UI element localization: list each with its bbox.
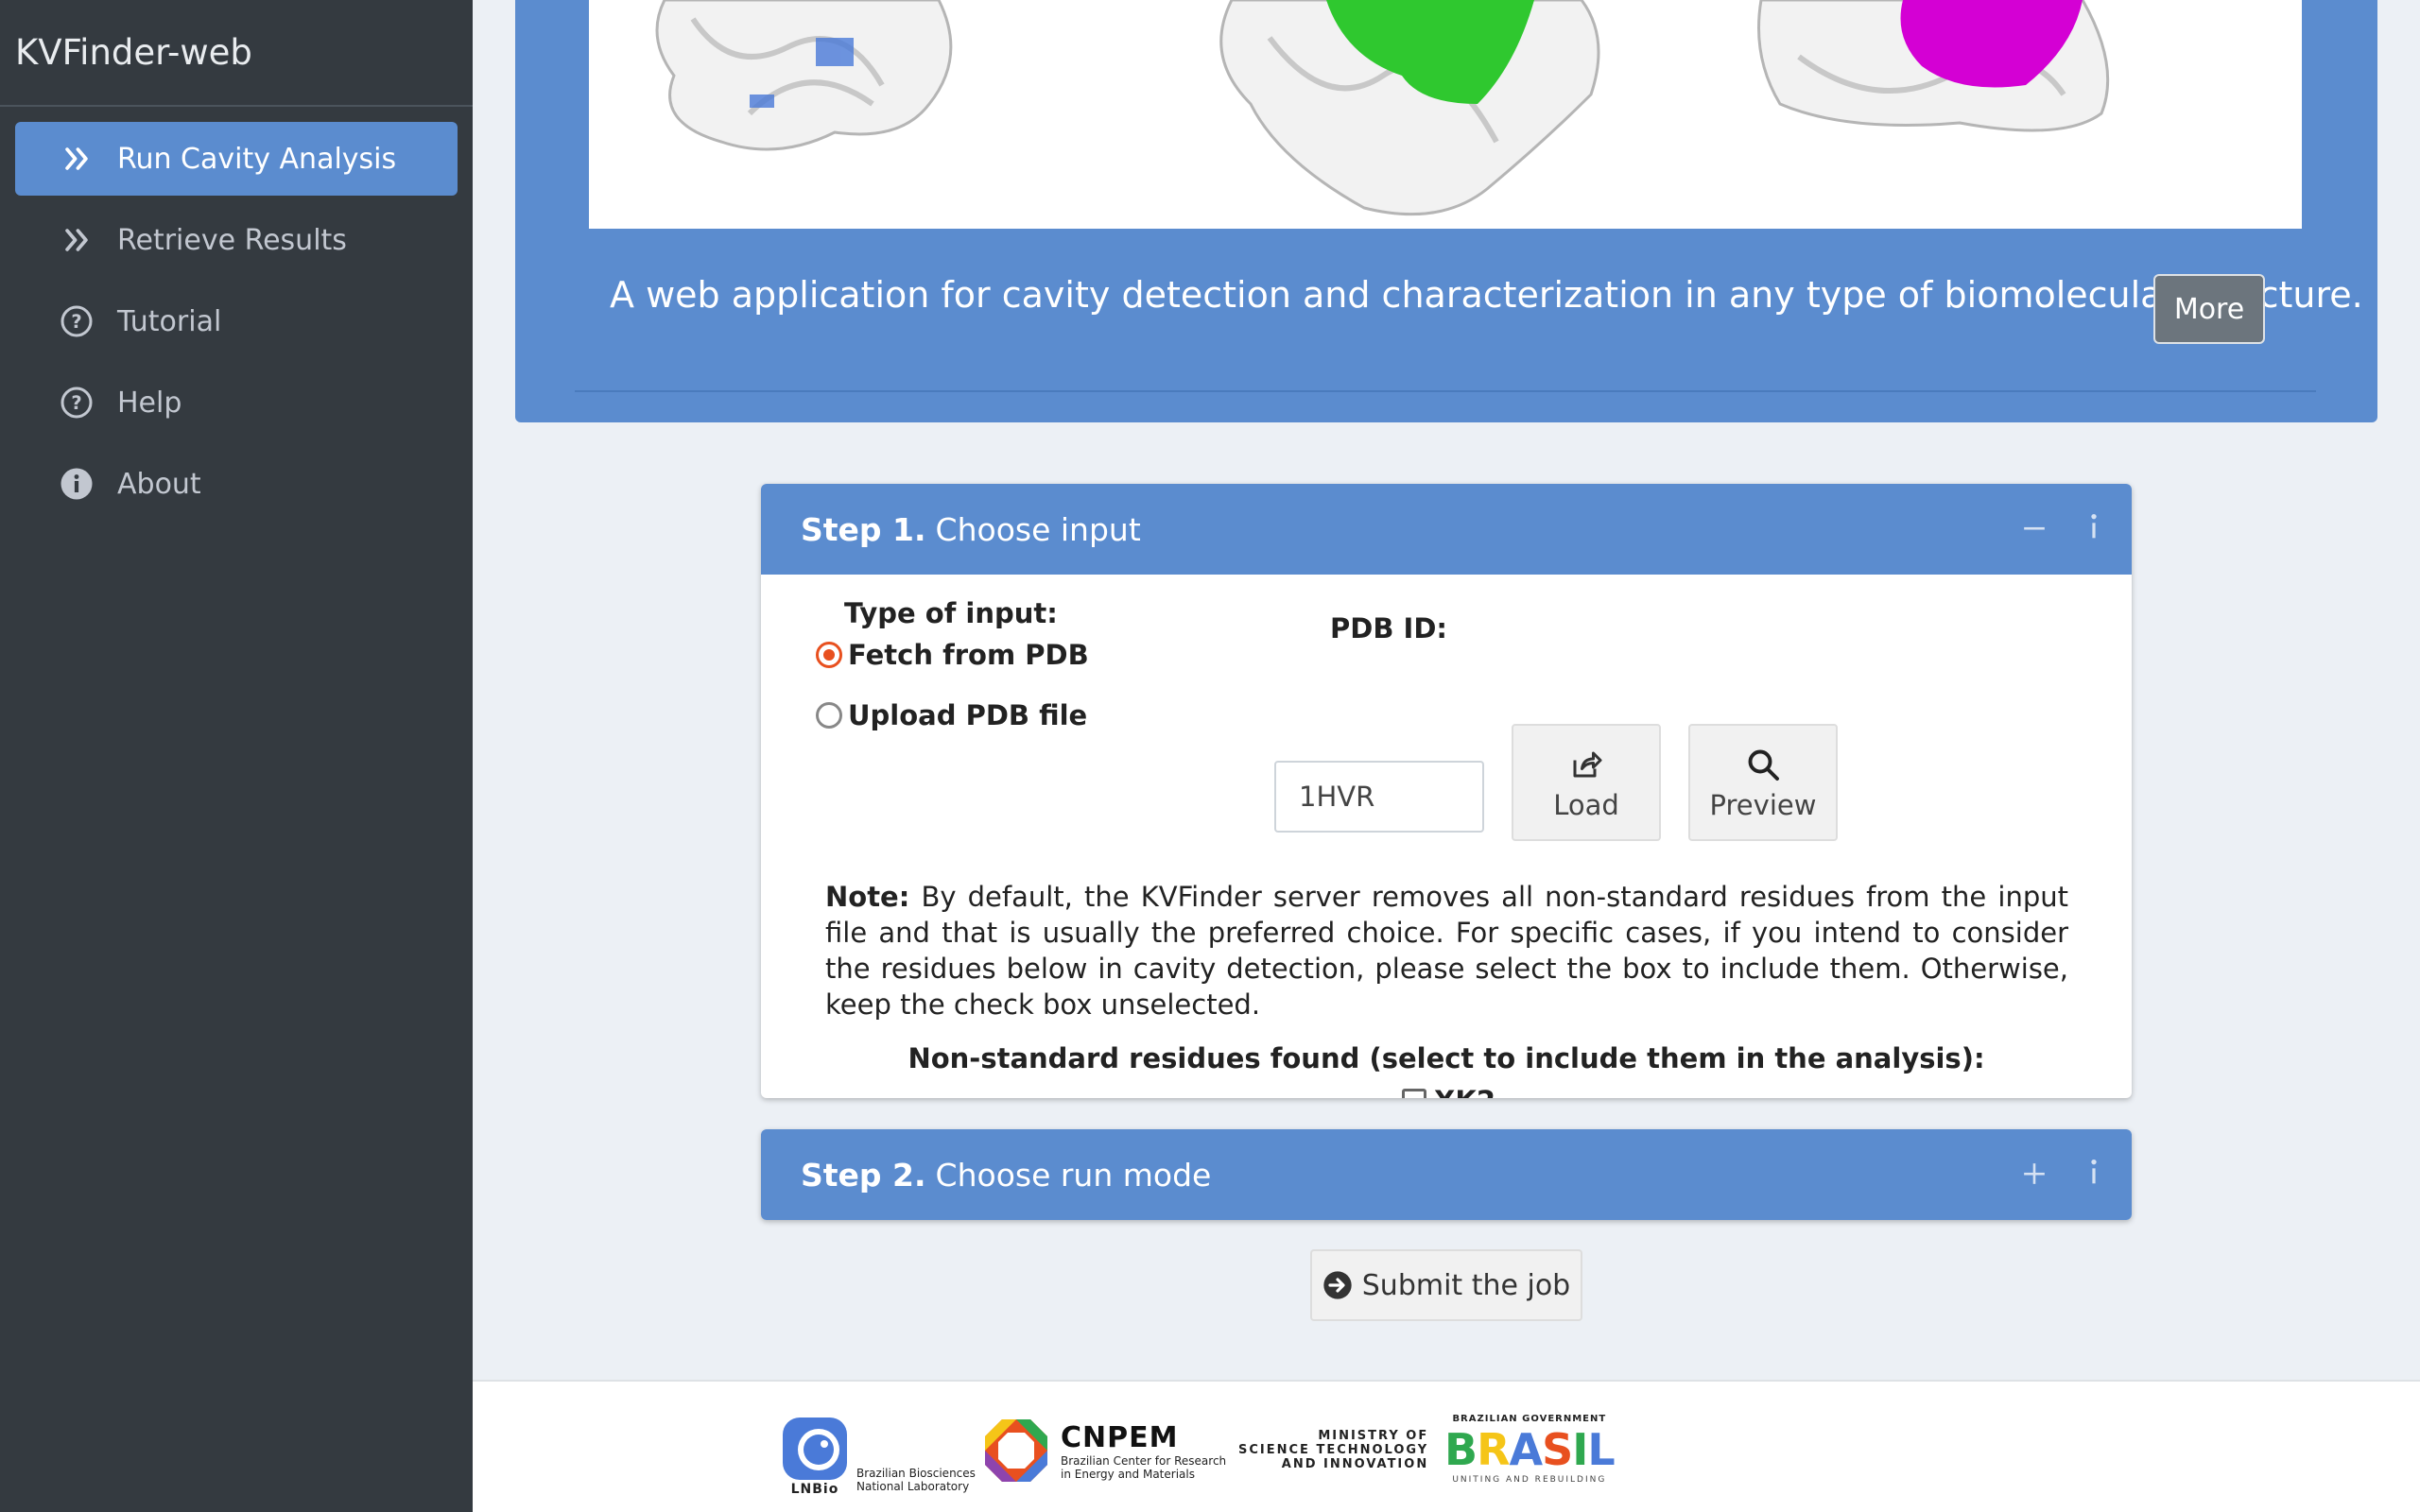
question-circle-icon: ?: [55, 381, 98, 424]
residue-checkbox-xk2[interactable]: XK2: [1402, 1085, 1495, 1098]
sidebar-item-label: Tutorial: [117, 304, 222, 338]
brand-title[interactable]: KVFinder-web: [0, 0, 473, 107]
step1-header[interactable]: Step 1. Choose input: [761, 484, 2132, 575]
info-icon[interactable]: [2084, 1156, 2103, 1194]
cnpem-logo[interactable]: CNPEM Brazilian Center for Research in E…: [983, 1418, 1226, 1484]
radio-selected-icon: [816, 642, 842, 668]
gov-bottom-line: UNITING AND REBUILDING: [1452, 1475, 1607, 1485]
radio-unselected-icon: [816, 702, 842, 729]
ministry-line1: MINISTRY OF: [1318, 1429, 1429, 1443]
submit-label: Submit the job: [1361, 1268, 1571, 1302]
sidebar-item-label: Help: [117, 386, 182, 420]
step1-title: Choose input: [935, 510, 1141, 548]
load-label: Load: [1553, 789, 1619, 821]
ministry-logo[interactable]: MINISTRY OF SCIENCE TECHNOLOGY AND INNOV…: [1238, 1429, 1428, 1471]
cnpem-wordmark: CNPEM: [1061, 1420, 1179, 1454]
radio-fetch-from-pdb[interactable]: Fetch from PDB: [816, 639, 1089, 671]
double-chevron-right-icon: [55, 137, 98, 180]
step2-tools: [2022, 1129, 2103, 1220]
step2-card: Step 2. Choose run mode: [761, 1129, 2132, 1220]
radio-upload-pdb-file[interactable]: Upload PDB file: [816, 699, 1087, 731]
gov-brasil-wordmark: BRASIL: [1444, 1424, 1616, 1475]
note-label: Note:: [825, 881, 910, 913]
preview-label: Preview: [1709, 789, 1817, 821]
sidebar: KVFinder-web Run Cavity Analysis Retriev…: [0, 0, 473, 1512]
radio-upload-label: Upload PDB file: [848, 699, 1088, 731]
ministry-line3: AND INNOVATION: [1281, 1457, 1429, 1471]
sidebar-item-label: Retrieve Results: [117, 223, 347, 257]
sidebar-nav: Run Cavity Analysis Retrieve Results ? T…: [0, 107, 473, 543]
step1-card: Step 1. Choose input Type of input: Fetc…: [761, 484, 2132, 1098]
arrow-circle-right-icon: [1322, 1270, 1353, 1300]
checkbox-unchecked-icon: [1402, 1089, 1426, 1098]
lnbio-mark-icon: [783, 1418, 847, 1480]
double-chevron-right-icon: [55, 218, 98, 262]
preview-button[interactable]: Preview: [1688, 724, 1838, 841]
svg-text:?: ?: [71, 311, 81, 333]
protein-cavity-illustration: [589, 0, 2302, 229]
cnpem-sub1: Brazilian Center for Research: [1061, 1453, 1227, 1468]
note-paragraph: Note: By default, the KVFinder server re…: [825, 879, 2068, 1022]
minus-icon[interactable]: [2022, 510, 2047, 549]
share-export-icon: [1569, 744, 1603, 785]
question-circle-icon: ?: [55, 300, 98, 343]
hero-banner: A web application for cavity detection a…: [515, 0, 2377, 422]
sidebar-item-label: About: [117, 467, 201, 501]
step2-number: Step 2.: [801, 1156, 926, 1194]
lnbio-wordmark: LNBio: [790, 1482, 839, 1497]
lnbio-sub1: Brazilian Biosciences: [856, 1467, 976, 1480]
nonstandard-residues-title: Non-standard residues found (select to i…: [908, 1042, 1985, 1074]
sidebar-item-retrieve-results[interactable]: Retrieve Results: [15, 203, 458, 277]
sidebar-item-run-cavity-analysis[interactable]: Run Cavity Analysis: [15, 122, 458, 196]
pdb-id-label: PDB ID:: [1330, 612, 1447, 644]
lnbio-sub2: National Laboratory: [856, 1480, 970, 1493]
step1-number: Step 1.: [801, 510, 926, 548]
step2-header[interactable]: Step 2. Choose run mode: [761, 1129, 2132, 1220]
brazilian-government-logo[interactable]: BRAZILIAN GOVERNMENT BRASIL UNITING AND …: [1444, 1414, 1616, 1485]
sidebar-item-tutorial[interactable]: ? Tutorial: [15, 284, 458, 358]
gov-top-line: BRAZILIAN GOVERNMENT: [1452, 1414, 1607, 1424]
hero-divider: [575, 390, 2316, 392]
plus-icon[interactable]: [2022, 1156, 2047, 1194]
radio-fetch-label: Fetch from PDB: [848, 639, 1089, 671]
submit-job-button[interactable]: Submit the job: [1310, 1249, 1582, 1321]
load-button[interactable]: Load: [1512, 724, 1661, 841]
info-icon[interactable]: [2084, 510, 2103, 549]
step1-tools: [2022, 484, 2103, 575]
sidebar-item-help[interactable]: ? Help: [15, 366, 458, 439]
footer: LNBio Brazilian Biosciences National Lab…: [473, 1380, 2420, 1512]
info-circle-icon: [55, 462, 98, 506]
svg-text:?: ?: [71, 392, 81, 414]
cnpem-mark-icon: [985, 1419, 1047, 1482]
more-button[interactable]: More: [2153, 274, 2265, 344]
note-text: By default, the KVFinder server removes …: [825, 881, 2068, 1021]
cnpem-sub2: in Energy and Materials: [1061, 1467, 1195, 1481]
ministry-line2: SCIENCE TECHNOLOGY: [1238, 1443, 1429, 1457]
sidebar-item-label: Run Cavity Analysis: [117, 142, 397, 176]
sidebar-item-about[interactable]: About: [15, 447, 458, 521]
pdb-id-input[interactable]: [1274, 761, 1484, 833]
input-type-label: Type of input:: [844, 597, 1058, 629]
residue-label: XK2: [1434, 1085, 1495, 1098]
hero-tagline: A web application for cavity detection a…: [610, 274, 2363, 316]
step2-title: Choose run mode: [935, 1156, 1212, 1194]
lnbio-logo[interactable]: LNBio Brazilian Biosciences National Lab…: [781, 1416, 976, 1497]
search-icon: [1746, 744, 1780, 785]
